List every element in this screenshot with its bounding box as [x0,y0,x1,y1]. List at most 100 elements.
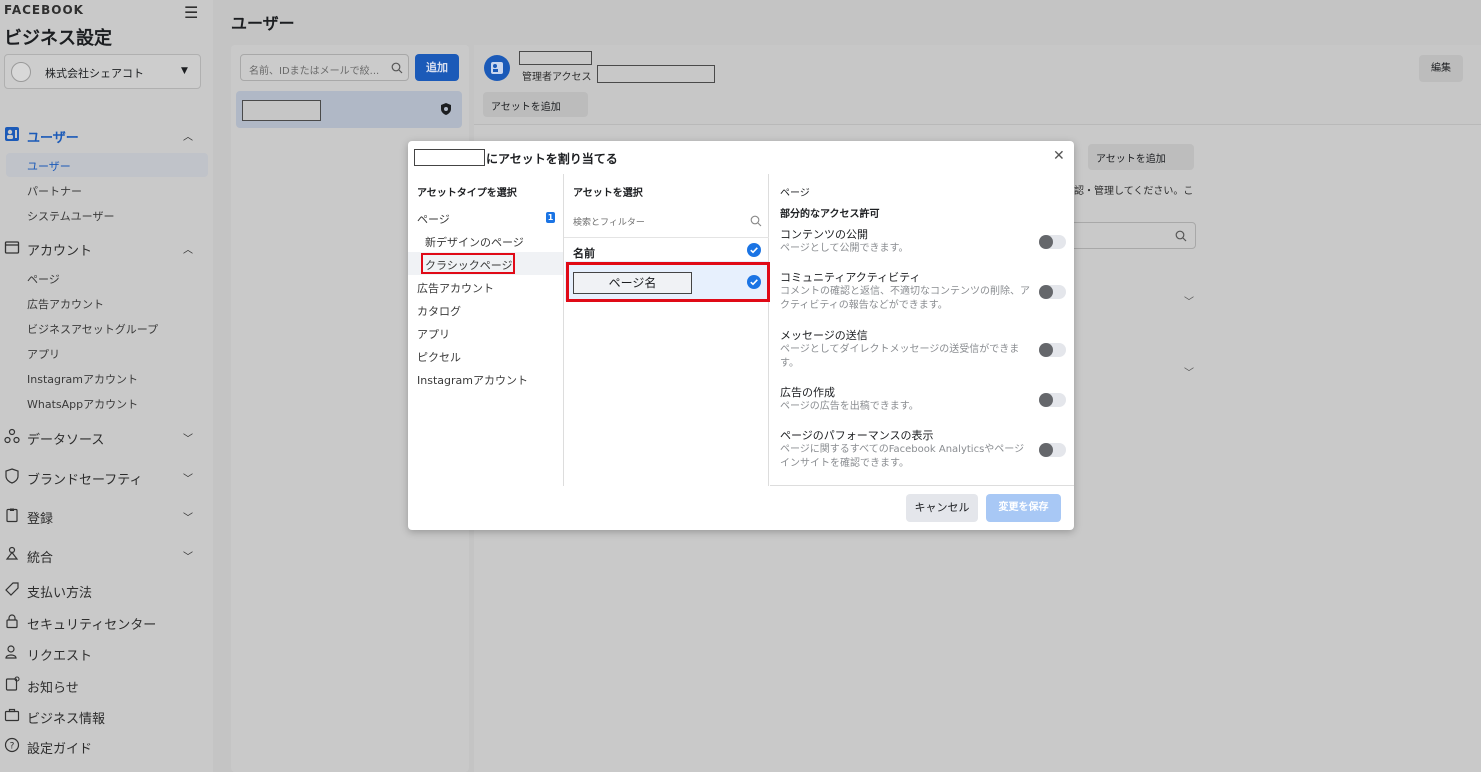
nav-item-users[interactable]: ユーザー [6,153,208,177]
nav-data-sources[interactable]: データソース ﹀ [4,425,209,449]
asset-search-input[interactable] [1060,222,1196,249]
user-list-item[interactable] [236,91,462,128]
nav-business-info[interactable]: ビジネス情報 [4,704,209,728]
nav-setup-guide[interactable]: ? 設定ガイド [4,734,209,758]
nav-item-system-users[interactable]: システムユーザー [27,208,114,224]
nav-registration[interactable]: 登録 ﹀ [4,504,209,528]
permission-description: コメントの確認と返信、不適切なコンテンツの削除、アクティビティの報告などができま… [780,286,1030,311]
redacted-email [597,65,715,83]
nav-item-pages[interactable]: ページ [27,271,60,287]
redacted-user-name [414,149,485,166]
search-icon [750,215,762,227]
nav-item-instagram[interactable]: Instagramアカウント [27,371,138,387]
add-asset-button-secondary[interactable]: アセットを追加 [1088,144,1194,170]
lock-icon [4,613,20,629]
nav-requests[interactable]: リクエスト [4,641,209,665]
selected-count-badge: 1 [546,212,555,223]
help-circle-icon: ? [4,737,20,753]
nav-users-section[interactable]: ユーザー ︿ [4,123,209,147]
asset-type-app[interactable]: アプリ [417,326,450,342]
page-title: ユーザー [231,14,295,33]
asset-type-instagram[interactable]: Instagramアカウント [417,372,528,388]
business-account-name: 株式会社シェアコト [45,67,144,80]
permission-description: ページの広告を出稿できます。 [780,401,919,412]
community-activity-toggle[interactable] [1039,285,1066,299]
nav-item-business-asset-groups[interactable]: ビジネスアセットグループ [27,321,158,337]
assign-assets-dialog: にアセットを割り当てる ✕ アセットタイプを選択 ページ 1 新デザインのページ… [408,141,1074,530]
user-badge-icon [4,126,20,142]
chevron-down-icon: ﹀ [183,474,193,485]
nav-security-center-label: セキュリティセンター [27,618,157,633]
clipboard-icon [4,507,20,523]
nav-users-label: ユーザー [27,131,79,146]
asset-type-catalog[interactable]: カタログ [417,303,461,319]
access-level-label: 管理者アクセス [522,72,592,83]
save-changes-button[interactable]: 変更を保存 [986,494,1061,522]
asset-type-page[interactable]: ページ [417,211,450,227]
search-icon [1175,230,1187,242]
view-performance-toggle[interactable] [1039,443,1066,457]
data-sources-icon [4,428,20,444]
asset-type-pixel[interactable]: ピクセル [417,349,461,365]
nav-registration-label: 登録 [27,512,54,527]
nav-accounts-label: アカウント [27,244,93,259]
nav-business-info-label: ビジネス情報 [27,712,106,727]
permissions-header: ページ [780,188,810,199]
add-asset-label: アセットを追加 [1096,154,1166,165]
messaging-toggle[interactable] [1039,343,1066,357]
nav-integration[interactable]: 統合 ﹀ [4,543,209,567]
user-search-placeholder: 名前、IDまたはメールで絞... [249,66,380,77]
notification-icon [4,676,20,692]
nav-item-whatsapp[interactable]: WhatsAppアカウント [27,396,138,412]
user-detail-header [474,45,1481,125]
assets-description: 認・管理してください。こ [1074,186,1194,197]
content-publish-toggle[interactable] [1039,235,1066,249]
nav-brand-safety[interactable]: ブランドセーフティ ﹀ [4,465,209,489]
asset-type-ad-account[interactable]: 広告アカウント [417,280,494,296]
create-ads-toggle[interactable] [1039,393,1066,407]
permission-description: ページに関するすべてのFacebook Analyticsやページインサイトを確… [780,444,1025,469]
permission-title: コミュニティアクティビティ [780,271,921,284]
menu-icon[interactable]: ☰ [184,3,198,22]
nav-security-center[interactable]: セキュリティセンター [4,610,209,634]
edit-button[interactable]: 編集 [1419,55,1463,82]
chevron-down-icon[interactable]: ﹀ [1184,364,1194,379]
add-user-button[interactable]: 追加 [415,54,459,81]
permission-description: ページとしてダイレクトメッセージの送受信ができます。 [780,344,1020,369]
nav-item-ad-accounts[interactable]: 広告アカウント [27,296,104,312]
nav-accounts-section[interactable]: アカウント ︿ [4,236,209,260]
add-asset-button[interactable]: アセットを追加 [483,92,588,117]
asset-type-new-design-page[interactable]: 新デザインのページ [425,234,524,250]
name-column-header: 名前 [573,247,595,260]
redacted-user-name [519,51,592,65]
chevron-up-icon: ︿ [183,132,193,143]
brand-logo: FACEBOOK [4,3,84,17]
nav-data-sources-label: データソース [27,433,105,448]
annotation-red-box [421,253,515,274]
nav-item-partners[interactable]: パートナー [27,183,82,199]
nav-item-apps[interactable]: アプリ [27,346,60,362]
chevron-down-icon[interactable]: ﹀ [1184,293,1194,308]
shield-icon [4,468,20,484]
integration-icon [4,546,20,562]
tag-icon [4,581,20,597]
add-asset-label: アセットを追加 [491,102,561,113]
person-request-icon [4,644,20,660]
nav-notifications[interactable]: お知らせ [4,673,209,697]
nav-requests-label: リクエスト [27,649,93,664]
user-search-input[interactable]: 名前、IDまたはメールで絞... [240,54,409,81]
sidebar: FACEBOOK ☰ ビジネス設定 株式会社シェアコト ▼ ユーザー ︿ ユーザ… [0,0,213,772]
permission-title: 広告の作成 [780,386,835,399]
close-icon[interactable]: ✕ [1053,148,1065,164]
chevron-down-icon: ﹀ [183,434,193,445]
select-all-check-icon[interactable] [747,243,761,257]
search-icon [391,62,403,74]
chevron-down-icon: ▼ [181,66,188,76]
business-account-selector[interactable]: 株式会社シェアコト ▼ [4,54,201,89]
asset-filter-input[interactable]: 検索とフィルター [573,215,645,228]
asset-select-header: アセットを選択 [573,188,643,199]
nav-payment[interactable]: 支払い方法 [4,578,209,602]
cancel-button[interactable]: キャンセル [906,494,978,522]
account-icon [4,239,20,255]
partial-access-label: 部分的なアクセス許可 [780,209,880,220]
